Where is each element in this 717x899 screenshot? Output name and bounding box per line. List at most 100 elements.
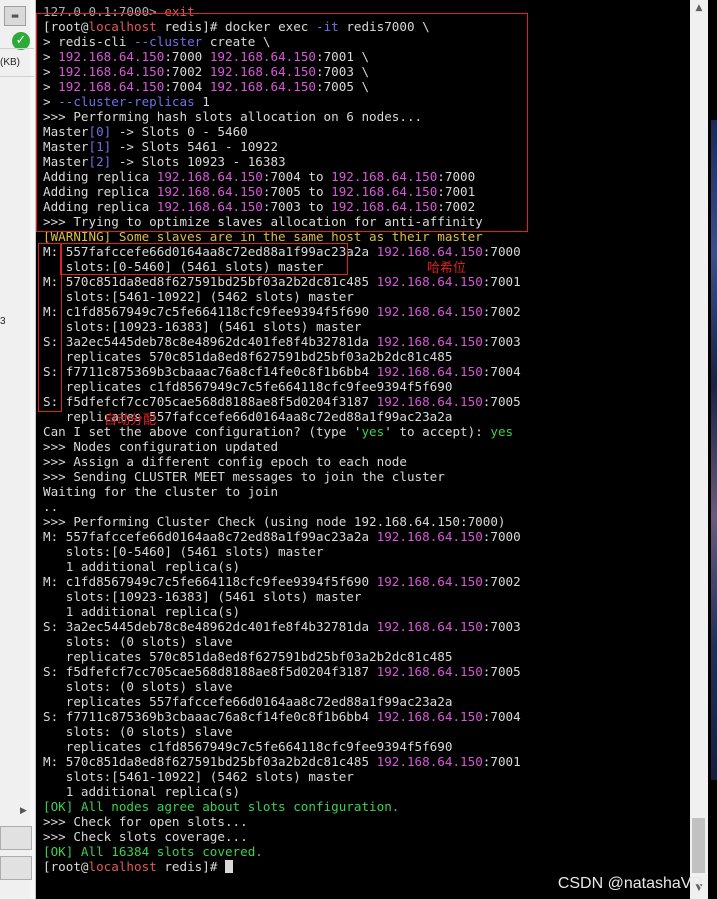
size-unit-label: (KB) [0,57,20,68]
terminal-text: Waiting for the cluster to join [43,484,279,499]
terminal-text: 192.168.64.150 [376,529,483,544]
terminal-line: replicates 570c851da8ed8f627591bd25bf03a… [43,649,688,664]
row-number-label: 3 [0,316,6,327]
terminal-text: S: f7711c875369b3cbaaac76a8cf14fe0c8f1b6… [43,709,377,724]
terminal-text: :7004 [482,709,521,724]
terminal-text: slots:[5461-10922] (5462 slots) master [43,289,354,304]
terminal-text: M: 570c851da8ed8f627591bd25bf03a2b2dc81c… [43,274,377,289]
terminal-line: slots:[5461-10922] (5462 slots) master [43,769,688,784]
terminal-line: .. [43,499,688,514]
terminal-line: 1 additional replica(s) [43,559,688,574]
slot-highlight-box [60,243,348,275]
terminal-line: >>> Assign a different config epoch to e… [43,454,688,469]
terminal-text: :7004 [482,364,521,379]
panel-button[interactable] [0,856,32,880]
terminal-line: S: 3a2ec5445deb78c8e48962dc401fe8f4b3278… [43,619,688,634]
terminal-text: M: c1fd8567949c7c5fe664118cfc9fee9394f5f… [43,574,377,589]
terminal-line: >>> Check for open slots... [43,814,688,829]
terminal-text: :7002 [482,304,521,319]
terminal-text: [OK] All nodes agree about slots configu… [43,799,400,814]
terminal-text: :7002 [482,574,521,589]
terminal-text: 192.168.64.150 [376,394,483,409]
terminal-text: :7003 [482,334,521,349]
terminal-line: M: 570c851da8ed8f627591bd25bf03a2b2dc81c… [43,754,688,769]
text-cursor [225,860,233,873]
terminal-text: 192.168.64.150 [376,619,483,634]
left-window-panel: ▬ ✓ (KB) 3 ▶ [0,0,36,899]
terminal-text: >>> Check for open slots... [43,814,248,829]
vertical-scrollbar[interactable] [690,0,708,899]
terminal-line: slots: (0 slots) slave [43,634,688,649]
terminal-line: replicates 570c851da8ed8f627591bd25bf03a… [43,349,688,364]
terminal-text: 192.168.64.150 [376,274,483,289]
terminal-text: S: 3a2ec5445deb78c8e48962dc401fe8f4b3278… [43,619,377,634]
terminal-text: redis]# [156,859,225,874]
terminal-text: slots:[10923-16383] (5461 slots) master [43,589,362,604]
terminal-text: 192.168.64.150 [376,364,483,379]
terminal-line: Waiting for the cluster to join [43,484,688,499]
terminal-text: 192.168.64.150 [376,574,483,589]
panel-button[interactable] [0,826,32,850]
terminal-text: slots:[10923-16383] (5461 slots) master [43,319,362,334]
terminal-line: >>> Sending CLUSTER MEET messages to joi… [43,469,688,484]
terminal-text: :7001 [482,754,521,769]
terminal-text: replicates c1fd8567949c7c5fe664118cfc9fe… [43,379,453,394]
terminal-line: S: f5dfefcf7cc705cae568d8188ae8f5d0204f3… [43,664,688,679]
terminal-text: >>> Sending CLUSTER MEET messages to joi… [43,469,445,484]
terminal-text: localhost [88,859,157,874]
terminal-line: S: f5dfefcf7cc705cae568d8188ae8f5d0204f3… [43,394,688,409]
terminal-text: replicates 570c851da8ed8f627591bd25bf03a… [43,649,453,664]
terminal-line: slots:[5461-10922] (5462 slots) master [43,289,688,304]
terminal-line: slots: (0 slots) slave [43,679,688,694]
scroll-up-icon[interactable]: ▲ [690,0,708,16]
watermark: CSDN @natashaVR [557,875,703,892]
terminal-text: 192.168.64.150 [376,754,483,769]
terminal-line: [root@localhost redis]# [43,859,688,874]
terminal-line: >>> Nodes configuration updated [43,439,688,454]
terminal-line: slots:[10923-16383] (5461 slots) master [43,319,688,334]
terminal-line: >>> Performing Cluster Check (using node… [43,514,688,529]
terminal-line: >>> Check slots coverage... [43,829,688,844]
terminal-line: M: 570c851da8ed8f627591bd25bf03a2b2dc81c… [43,274,688,289]
background-window-edge [711,120,717,780]
terminal-text: [OK] All 16384 slots covered. [43,844,263,859]
terminal-line: replicates c1fd8567949c7c5fe664118cfc9fe… [43,739,688,754]
terminal-text: yes [361,424,385,439]
terminal-text: 1 additional replica(s) [43,784,241,799]
terminal-line: slots: (0 slots) slave [43,724,688,739]
terminal-text: :7000 [482,529,521,544]
terminal-text: 192.168.64.150 [376,304,483,319]
terminal-line: 1 additional replica(s) [43,604,688,619]
terminal-line: 1 additional replica(s) [43,784,688,799]
terminal-line: M: 557fafccefe66d0164aa8c72ed88a1f99ac23… [43,529,688,544]
terminal-text: 192.168.64.150 [376,709,483,724]
terminal-text: slots:[0-5460] (5461 slots) master [43,544,324,559]
terminal-line: [OK] All 16384 slots covered. [43,844,688,859]
terminal-line: M: c1fd8567949c7c5fe664118cfc9fee9394f5f… [43,304,688,319]
terminal-text: M: 557fafccefe66d0164aa8c72ed88a1f99ac23… [43,529,377,544]
scrollbar-thumb[interactable] [692,818,705,873]
auto-assign-annotation: 自动分配 [104,413,157,428]
terminal-line: S: f7711c875369b3cbaaac76a8cf14fe0c8f1b6… [43,364,688,379]
terminal-line: replicates c1fd8567949c7c5fe664118cfc9fe… [43,379,688,394]
terminal-text: M: 570c851da8ed8f627591bd25bf03a2b2dc81c… [43,754,377,769]
terminal-line: [OK] All nodes agree about slots configu… [43,799,688,814]
divider [0,76,34,77]
terminal-text: slots:[5461-10922] (5462 slots) master [43,769,354,784]
terminal-text: S: f5dfefcf7cc705cae568d8188ae8f5d0204f3… [43,664,377,679]
terminal-text: replicates 557fafccefe66d0164aa8c72ed88a… [43,694,453,709]
terminal-text: S: 3a2ec5445deb78c8e48962dc401fe8f4b3278… [43,334,377,349]
terminal-text: :7005 [482,394,521,409]
left-panel-edge [30,0,35,899]
terminal-text: yes [490,424,514,439]
role-highlight-box [38,243,62,412]
scroll-right-icon[interactable]: ▶ [20,806,27,816]
terminal-text: slots: (0 slots) slave [43,634,233,649]
terminal-line: M: c1fd8567949c7c5fe664118cfc9fee9394f5f… [43,574,688,589]
terminal-text: >>> Nodes configuration updated [43,439,279,454]
monitor-icon[interactable]: ▬ [4,6,26,26]
terminal-text: 192.168.64.150 [376,664,483,679]
terminal-text: >>> Assign a different config epoch to e… [43,454,407,469]
terminal-text: .. [43,499,59,514]
terminal-text: slots: (0 slots) slave [43,679,233,694]
